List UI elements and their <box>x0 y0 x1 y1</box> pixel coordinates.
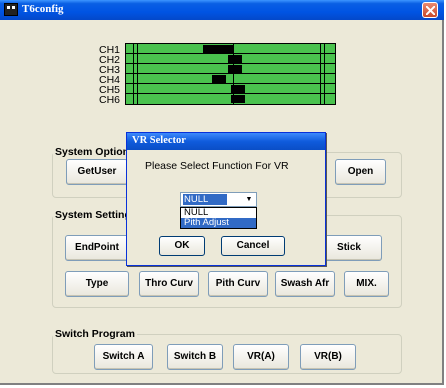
app-icon <box>4 3 18 16</box>
close-button[interactable] <box>422 2 438 18</box>
main-window: T6config CH1 CH2 CH3 CH4 CH5 CH6 System … <box>0 0 444 385</box>
function-select[interactable]: NULL ▼ <box>180 192 257 207</box>
channel-row <box>126 64 335 74</box>
ch1-indicator <box>203 45 233 53</box>
system-setting-legend: System Setting <box>55 209 131 221</box>
switch-a-button[interactable]: Switch A <box>94 344 153 370</box>
switch-b-button[interactable]: Switch B <box>167 344 223 370</box>
system-option-legend: System Option <box>55 146 130 158</box>
ch2-indicator <box>228 55 242 63</box>
dialog-title: VR Selector <box>132 135 186 146</box>
option-pith-adjust[interactable]: Pith Adjust <box>181 218 256 228</box>
endpoint-button[interactable]: EndPoint <box>65 235 129 261</box>
switch-program-legend: Switch Program <box>55 328 135 340</box>
channel-row <box>126 84 335 94</box>
type-button[interactable]: Type <box>65 271 129 297</box>
cancel-button[interactable]: Cancel <box>221 236 285 256</box>
close-icon <box>426 6 435 15</box>
open-button[interactable]: Open <box>335 159 386 185</box>
pith-curv-button[interactable]: Pith Curv <box>208 271 268 297</box>
window-title: T6config <box>22 3 64 15</box>
channel-row <box>126 44 335 54</box>
vr-a-button[interactable]: VR(A) <box>233 344 289 370</box>
channel-row <box>126 54 335 64</box>
swash-afr-button[interactable]: Swash Afr <box>275 271 335 297</box>
ch3-indicator <box>228 65 242 73</box>
thro-curv-button[interactable]: Thro Curv <box>139 271 199 297</box>
title-bar: T6config <box>0 0 444 20</box>
channel-row <box>126 94 335 104</box>
getuser-button[interactable]: GetUser <box>66 159 128 185</box>
function-select-value: NULL <box>183 194 227 205</box>
function-options-list: NULL Pith Adjust <box>180 207 257 229</box>
channel-row <box>126 74 335 84</box>
channel-display <box>125 43 336 105</box>
ch6-label: CH6 <box>98 94 120 106</box>
ch5-indicator <box>231 85 245 93</box>
mix-button[interactable]: MIX. <box>344 271 389 297</box>
chevron-down-icon[interactable]: ▼ <box>243 194 255 205</box>
dialog-title-bar: VR Selector <box>127 133 325 150</box>
ch4-indicator <box>212 75 226 83</box>
dialog-prompt: Please Select Function For VR <box>145 160 289 172</box>
vr-b-button[interactable]: VR(B) <box>300 344 356 370</box>
ch6-indicator <box>231 95 245 103</box>
vr-selector-dialog: VR Selector Please Select Function For V… <box>126 132 326 266</box>
ok-button[interactable]: OK <box>159 236 205 256</box>
